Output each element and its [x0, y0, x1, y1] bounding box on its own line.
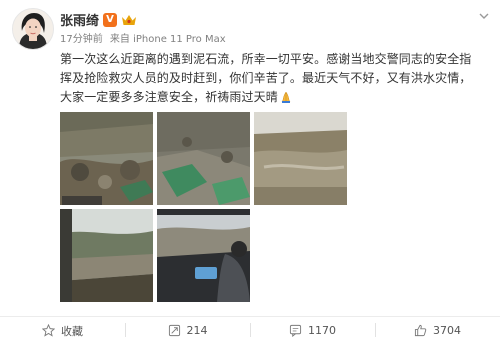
post-text: 第一次这么近距离的遇到泥石流，所幸一切平安。感谢当地交警同志的安全指挥及抢险救灾… — [60, 52, 472, 104]
star-icon — [42, 324, 55, 337]
repost-count: 214 — [186, 324, 208, 337]
repost-icon — [168, 324, 180, 337]
praying-hands-icon — [281, 91, 291, 103]
avatar[interactable] — [12, 8, 54, 50]
post-time[interactable]: 17分钟前 — [60, 34, 103, 45]
repost-button[interactable]: 214 — [125, 317, 250, 344]
comment-count: 1170 — [308, 324, 336, 337]
action-bar: 收藏 214 1170 3704 — [0, 316, 500, 344]
like-count: 3704 — [433, 324, 461, 337]
photo-2[interactable] — [157, 112, 250, 205]
post-content: 第一次这么近距离的遇到泥石流，所幸一切平安。感谢当地交警同志的安全指挥及抢险救灾… — [60, 50, 480, 107]
favorite-label: 收藏 — [61, 324, 83, 338]
photo-5[interactable] — [157, 209, 250, 302]
username-row: 张雨绮 V — [60, 10, 137, 29]
username[interactable]: 张雨绮 — [60, 10, 99, 29]
photo-3[interactable] — [254, 112, 347, 205]
comment-icon — [289, 324, 302, 337]
crown-icon — [122, 14, 137, 25]
post-source: 来自 iPhone 11 Pro Max — [109, 34, 226, 45]
chevron-down-icon[interactable] — [478, 10, 490, 22]
photo-4[interactable] — [60, 209, 153, 302]
thumbs-up-icon — [414, 324, 427, 337]
like-button[interactable]: 3704 — [375, 317, 500, 344]
verified-badge-icon: V — [103, 12, 118, 27]
photo-1[interactable] — [60, 112, 153, 205]
favorite-button[interactable]: 收藏 — [0, 317, 125, 344]
comment-button[interactable]: 1170 — [250, 317, 375, 344]
post-meta: 17分钟前 来自 iPhone 11 Pro Max — [60, 30, 230, 45]
